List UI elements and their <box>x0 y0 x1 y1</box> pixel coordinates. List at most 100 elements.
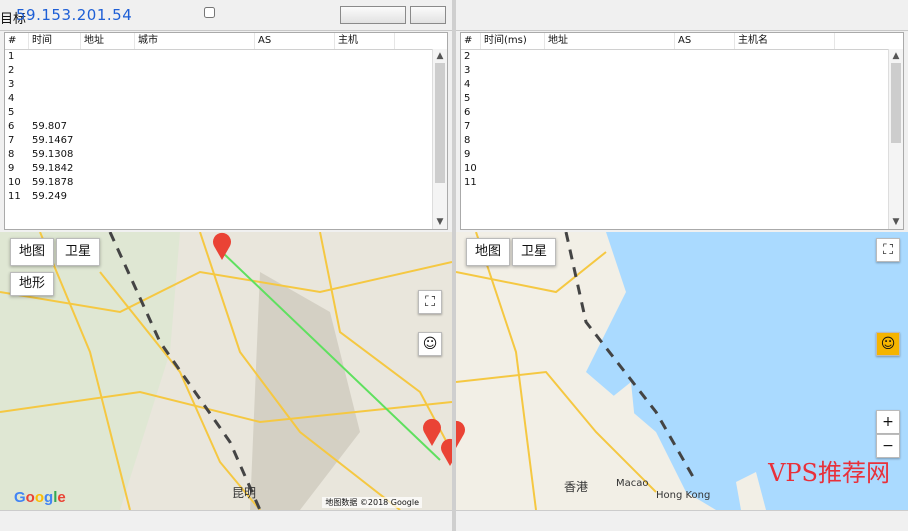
table-cell <box>675 64 735 78</box>
table-cell <box>735 64 835 78</box>
table-cell <box>545 64 675 78</box>
table-cell <box>81 106 135 120</box>
trace-button[interactable] <box>340 6 406 24</box>
table-cell: 6 <box>8 121 15 132</box>
table-row[interactable]: 3 <box>5 78 447 92</box>
table-cell <box>675 120 735 134</box>
scroll-up-icon[interactable]: ▲ <box>433 49 447 63</box>
table-row[interactable]: 7 59.1467 <box>5 134 447 148</box>
col-header[interactable]: # <box>461 33 481 49</box>
table-body: 1 2 3 4 5 6 59.807 7 59.1467 8 59.1308 9 59.1842 10 59… <box>5 50 447 204</box>
scroll-thumb[interactable] <box>435 63 445 183</box>
table-row[interactable]: 4 <box>5 92 447 106</box>
right-toolbar <box>456 0 908 31</box>
status-bar <box>456 510 908 531</box>
scroll-up-icon[interactable]: ▲ <box>889 49 903 63</box>
satellite-type-button[interactable]: 卫星 <box>512 238 557 266</box>
table-cell <box>81 78 135 92</box>
table-cell <box>481 176 545 190</box>
table-cell <box>255 120 335 134</box>
left-route-map[interactable]: 地图 卫星 地形 ⛶ ☺ 昆明 Google 地图数据 ©2018 Google <box>0 232 452 510</box>
table-cell: 8 <box>8 149 15 160</box>
col-header[interactable]: 主机名 <box>735 33 835 49</box>
col-header[interactable]: 地址 <box>545 33 675 49</box>
plus-icon[interactable]: + <box>876 410 900 434</box>
table-row[interactable]: 11 <box>461 176 903 190</box>
table-cell <box>255 92 335 106</box>
map-copyright: 地图数据 ©2018 Google <box>322 497 422 508</box>
table-cell <box>335 106 395 120</box>
scroll-down-icon[interactable]: ▼ <box>889 215 903 229</box>
map-type-button[interactable]: 地图 <box>10 238 55 266</box>
col-header[interactable]: AS <box>255 33 335 49</box>
table-cell: 7 <box>464 121 471 132</box>
table-header: # 时间 地址 城市 AS 主机 <box>5 33 447 50</box>
table-row[interactable]: 5 <box>5 106 447 120</box>
scroll-thumb[interactable] <box>891 63 901 143</box>
stop-button[interactable] <box>410 6 446 24</box>
pegman-icon[interactable]: ☺ <box>876 332 900 356</box>
table-cell: 59.1467 <box>32 135 74 146</box>
table-row[interactable]: 7 <box>461 120 903 134</box>
table-cell <box>675 176 735 190</box>
table-cell <box>735 176 835 190</box>
table-row[interactable]: 3 <box>461 64 903 78</box>
col-header[interactable]: 时间(ms) <box>481 33 545 49</box>
table-row[interactable]: 8 <box>461 134 903 148</box>
table-cell <box>545 92 675 106</box>
table-row[interactable]: 1 <box>5 50 447 64</box>
target-ip-input[interactable]: 59.153.201.54 <box>16 6 132 24</box>
table-cell <box>335 134 395 148</box>
hop-table: # 时间 地址 城市 AS 主机 1 2 3 4 5 6 59.807 7 59.1467 8 59… <box>4 32 448 230</box>
table-cell <box>675 50 735 64</box>
table-cell <box>481 162 545 176</box>
satellite-type-button[interactable]: 卫星 <box>56 238 101 266</box>
table-cell: 59.1308 <box>32 149 74 160</box>
table-cell: 10 <box>8 177 21 188</box>
table-row[interactable]: 10 <box>461 162 903 176</box>
table-row[interactable]: 11 59.249 <box>5 190 447 204</box>
col-header[interactable]: AS <box>675 33 735 49</box>
table-cell <box>255 162 335 176</box>
table-cell <box>481 78 545 92</box>
right-route-map[interactable]: 地图 卫星 ⛶ ☺ + − 香港 Macao Hong Kong VPS推荐网 <box>456 232 908 510</box>
table-cell <box>735 134 835 148</box>
col-header[interactable]: 地址 <box>81 33 135 49</box>
option-checkbox[interactable] <box>204 5 217 18</box>
watermark: VPS推荐网 <box>768 459 890 487</box>
col-header[interactable]: 主机 <box>335 33 395 49</box>
map-type-button[interactable]: 地图 <box>466 238 511 266</box>
pegman-icon[interactable]: ☺ <box>418 332 442 356</box>
left-toolbar: 目标 59.153.201.54 <box>0 0 452 31</box>
table-row[interactable]: 8 59.1308 <box>5 148 447 162</box>
scroll-down-icon[interactable]: ▼ <box>433 215 447 229</box>
col-header[interactable]: 城市 <box>135 33 255 49</box>
table-row[interactable]: 5 <box>461 92 903 106</box>
table-row[interactable]: 10 59.1878 <box>5 176 447 190</box>
fullscreen-icon[interactable]: ⛶ <box>876 238 900 262</box>
table-cell <box>81 162 135 176</box>
table-cell <box>255 176 335 190</box>
table-row[interactable]: 6 59.807 <box>5 120 447 134</box>
table-cell <box>481 120 545 134</box>
table-row[interactable]: 6 <box>461 106 903 120</box>
table-cell <box>255 64 335 78</box>
right-trace-panel: # 时间(ms) 地址 AS 主机名 2 3 4 5 6 7 8 9 10 11 ▲ ▼ <box>456 0 908 531</box>
fullscreen-icon[interactable]: ⛶ <box>418 290 442 314</box>
table-cell <box>255 190 335 204</box>
table-scrollbar[interactable]: ▲ ▼ <box>888 49 903 229</box>
table-scrollbar[interactable]: ▲ ▼ <box>432 49 447 229</box>
table-cell <box>545 148 675 162</box>
terrain-toggle[interactable]: 地形 <box>10 272 55 296</box>
table-cell <box>481 50 545 64</box>
col-header[interactable]: 时间 <box>29 33 81 49</box>
table-row[interactable]: 4 <box>461 78 903 92</box>
table-row[interactable]: 2 <box>5 64 447 78</box>
table-cell <box>81 176 135 190</box>
table-row[interactable]: 9 <box>461 148 903 162</box>
table-row[interactable]: 2 <box>461 50 903 64</box>
table-cell <box>335 64 395 78</box>
col-header[interactable]: # <box>5 33 29 49</box>
table-row[interactable]: 9 59.1842 <box>5 162 447 176</box>
checkbox[interactable] <box>204 6 215 18</box>
